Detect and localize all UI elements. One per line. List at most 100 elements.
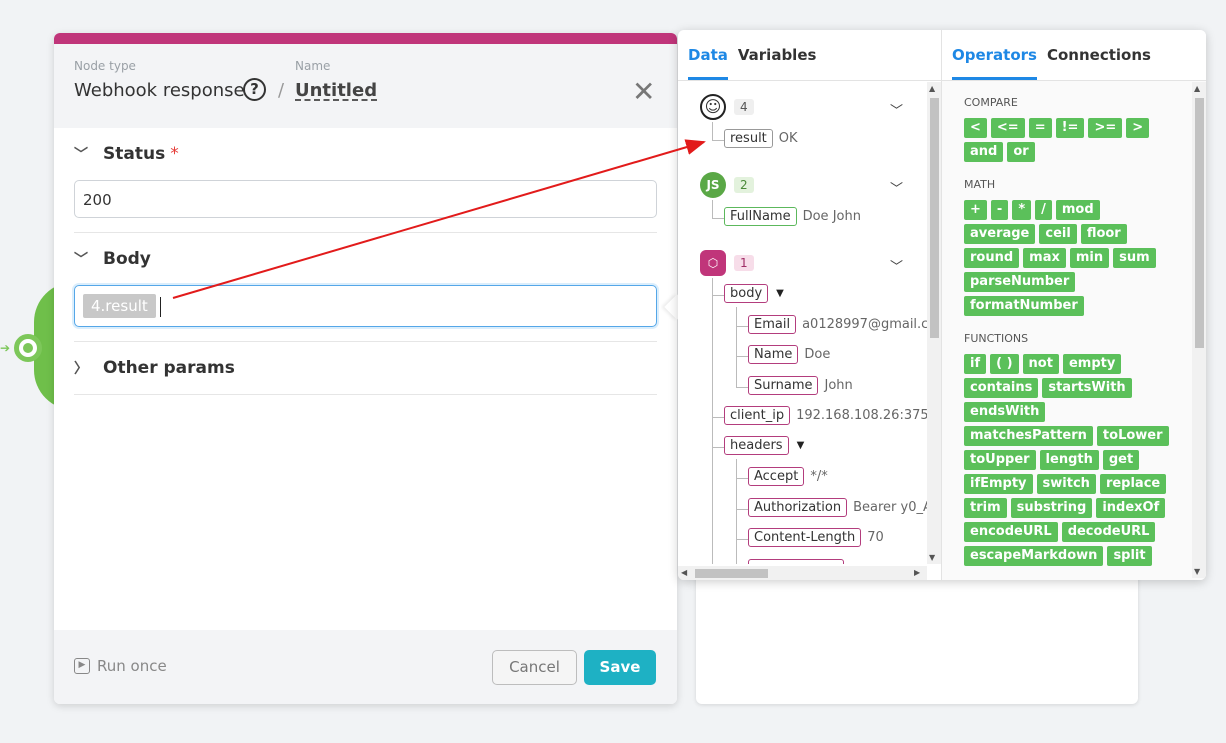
tree-item-body[interactable]: body ▼: [724, 284, 784, 303]
operator-button[interactable]: -: [990, 200, 1009, 220]
operator-button[interactable]: formatNumber: [964, 296, 1084, 316]
field-key[interactable]: Authorization: [748, 498, 848, 517]
operator-button[interactable]: switch: [1036, 474, 1096, 494]
operator-button[interactable]: if: [964, 354, 987, 374]
scroll-thumb[interactable]: [1195, 98, 1204, 348]
body-input[interactable]: 4.result: [74, 285, 657, 327]
operator-button[interactable]: escapeMarkdown: [964, 546, 1104, 566]
variable-chip[interactable]: 4.result: [83, 294, 156, 318]
operator-button[interactable]: length: [1039, 450, 1099, 470]
tree-item-headers[interactable]: headers ▼: [724, 436, 804, 455]
tree-item-surname[interactable]: Surname John: [748, 376, 853, 395]
node-port[interactable]: [14, 334, 42, 362]
tab-connections[interactable]: Connections: [1047, 30, 1151, 80]
operator-button[interactable]: endsWith: [964, 402, 1046, 422]
operator-button[interactable]: !=: [1055, 118, 1085, 138]
operator-button[interactable]: *: [1012, 200, 1032, 220]
field-key[interactable]: result: [724, 129, 773, 148]
scroll-right-icon[interactable]: ▶: [914, 568, 920, 577]
status-input[interactable]: 200: [74, 180, 657, 218]
field-key[interactable]: FullName: [724, 207, 797, 226]
data-scrollbar-horizontal[interactable]: ◀ ▶: [678, 566, 927, 580]
chevron-down-icon[interactable]: ﹀: [890, 256, 903, 275]
tree-item-authorization[interactable]: Authorization Bearer y0_A: [748, 498, 927, 517]
operator-button[interactable]: get: [1102, 450, 1140, 470]
tree-item-fullname[interactable]: FullName Doe John: [724, 207, 861, 226]
node-name-editable[interactable]: Untitled: [295, 80, 377, 101]
operator-button[interactable]: and: [964, 142, 1004, 162]
operator-button[interactable]: or: [1007, 142, 1035, 162]
tree-item-result[interactable]: result OK: [724, 129, 798, 148]
operator-button[interactable]: empty: [1062, 354, 1122, 374]
tree-item-content-length[interactable]: Content-Length 70: [748, 528, 884, 547]
data-scrollbar-vertical[interactable]: ▲ ▼: [927, 82, 941, 564]
close-icon[interactable]: ✕: [632, 78, 655, 106]
operator-button[interactable]: substring: [1010, 498, 1093, 518]
expand-triangle-icon[interactable]: ▼: [797, 440, 805, 451]
tab-variables[interactable]: Variables: [738, 30, 817, 80]
cancel-button[interactable]: Cancel: [492, 650, 577, 685]
operator-button[interactable]: parseNumber: [964, 272, 1076, 292]
field-key[interactable]: Name: [748, 345, 799, 364]
scroll-up-icon[interactable]: ▲: [929, 84, 935, 93]
other-params-header[interactable]: 〉 Other params: [74, 342, 657, 394]
operator-button[interactable]: encodeURL: [964, 522, 1058, 542]
operator-button[interactable]: not: [1022, 354, 1059, 374]
operator-button[interactable]: min: [1069, 248, 1110, 268]
operator-button[interactable]: toUpper: [964, 450, 1036, 470]
operator-button[interactable]: matchesPattern: [964, 426, 1093, 446]
operator-button[interactable]: <=: [990, 118, 1025, 138]
module-1[interactable]: ⬡ 1: [700, 250, 754, 276]
field-key[interactable]: Surname: [748, 376, 819, 395]
scroll-thumb[interactable]: [695, 569, 768, 578]
operator-button[interactable]: <: [964, 118, 987, 138]
operator-button[interactable]: ( ): [990, 354, 1019, 374]
operator-button[interactable]: indexOf: [1096, 498, 1166, 518]
operator-button[interactable]: decodeURL: [1061, 522, 1156, 542]
help-icon[interactable]: ?: [243, 78, 266, 101]
scroll-thumb[interactable]: [930, 98, 939, 338]
save-button[interactable]: Save: [584, 650, 656, 685]
operator-button[interactable]: replace: [1099, 474, 1167, 494]
expand-triangle-icon[interactable]: ▼: [776, 288, 784, 299]
operator-button[interactable]: >=: [1088, 118, 1123, 138]
scroll-left-icon[interactable]: ◀: [681, 568, 687, 577]
module-2[interactable]: JS 2: [700, 172, 754, 198]
body-header[interactable]: ﹀ Body: [74, 233, 657, 285]
tab-data[interactable]: Data: [688, 30, 728, 80]
operator-button[interactable]: +: [964, 200, 987, 220]
status-header[interactable]: ﹀ Status *: [74, 128, 657, 180]
field-key[interactable]: Accept: [748, 467, 805, 486]
tree-item-accept[interactable]: Accept */*: [748, 467, 828, 486]
field-key[interactable]: headers: [724, 436, 789, 455]
field-key[interactable]: client_ip: [724, 406, 791, 425]
run-once-button[interactable]: ▶ Run once: [74, 657, 167, 675]
tree-item-name[interactable]: Name Doe: [748, 345, 830, 364]
operator-button[interactable]: ifEmpty: [964, 474, 1033, 494]
tree-item-partial[interactable]: [748, 559, 844, 564]
field-key[interactable]: body: [724, 284, 769, 303]
field-key[interactable]: Content-Length: [748, 528, 862, 547]
chevron-down-icon[interactable]: ﹀: [890, 100, 903, 119]
tree-item-client-ip[interactable]: client_ip 192.168.108.26:375: [724, 406, 927, 425]
operator-button[interactable]: split: [1107, 546, 1152, 566]
operator-button[interactable]: startsWith: [1042, 378, 1132, 398]
operator-button[interactable]: ceil: [1039, 224, 1077, 244]
operator-button[interactable]: mod: [1055, 200, 1100, 220]
operator-button[interactable]: sum: [1113, 248, 1156, 268]
operator-button[interactable]: =: [1028, 118, 1052, 138]
tab-operators[interactable]: Operators: [952, 30, 1037, 80]
operator-button[interactable]: floor: [1080, 224, 1127, 244]
operator-button[interactable]: toLower: [1096, 426, 1169, 446]
scroll-down-icon[interactable]: ▼: [1194, 567, 1200, 576]
tree-item-email[interactable]: Email a0128997@gmail.co: [748, 315, 927, 334]
operator-button[interactable]: average: [964, 224, 1036, 244]
field-key[interactable]: [748, 559, 844, 564]
module-4[interactable]: ☺ 4: [700, 94, 754, 120]
operator-button[interactable]: max: [1023, 248, 1066, 268]
operator-button[interactable]: round: [964, 248, 1020, 268]
operator-button[interactable]: /: [1035, 200, 1052, 220]
operator-button[interactable]: trim: [964, 498, 1007, 518]
scroll-down-icon[interactable]: ▼: [929, 553, 935, 562]
scroll-up-icon[interactable]: ▲: [1194, 84, 1200, 93]
